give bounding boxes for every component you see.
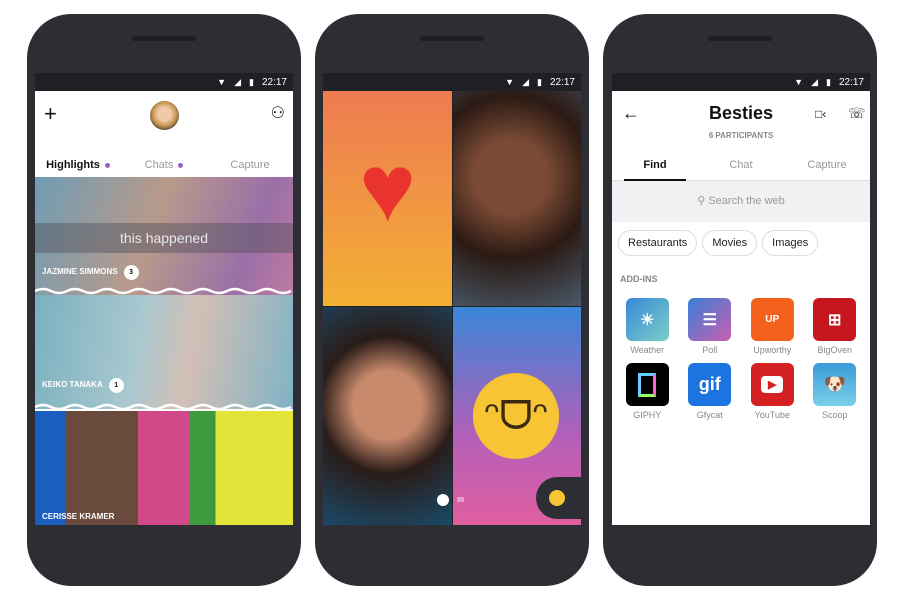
screen: ▼ ◢ ▮ 22:17 + ⚇ Highlights Chats Capture… — [35, 73, 293, 525]
unread-dot — [178, 162, 184, 168]
addin-poll[interactable]: ☰ Poll — [679, 298, 742, 355]
photo-tile-woman-laughing[interactable] — [323, 307, 452, 525]
story-cerisse[interactable]: CERISSE KRAMER — [35, 411, 293, 525]
wave-divider — [35, 287, 292, 295]
signal-icon: ◢ — [522, 76, 530, 87]
chip-images[interactable]: Images — [762, 230, 819, 256]
story-count-badge: 1 — [108, 378, 124, 393]
story-jazmine[interactable]: this happened JAZMINE SIMMONS 3 — [35, 177, 293, 297]
search-input[interactable]: ⚲ Search the web — [612, 181, 870, 222]
chip-restaurants[interactable]: Restaurants — [618, 230, 698, 256]
status-bar: ▼ ◢ ▮ 22:17 — [323, 73, 581, 91]
status-time: 22:17 — [261, 76, 287, 88]
addin-youtube[interactable]: ▶ YouTube — [741, 363, 804, 420]
status-bar: ▼ ◢ ▮ 22:17 — [612, 73, 870, 91]
gallery-icon[interactable] — [457, 497, 464, 502]
screen: ▼ ◢ ▮ 22:17 ♥ ᵔᗜᵔ — [323, 73, 581, 525]
emoji-picker-button[interactable] — [536, 477, 581, 519]
battery-icon: ▮ — [249, 76, 254, 87]
status-time: 22:17 — [549, 76, 575, 88]
addin-weather[interactable]: ☀ Weather — [616, 298, 679, 355]
heart-tile[interactable]: ♥ — [323, 91, 452, 306]
wave-divider — [35, 403, 292, 411]
signal-icon: ◢ — [234, 76, 242, 87]
gfycat-icon: gif — [688, 363, 732, 406]
signal-icon: ◢ — [811, 76, 819, 87]
story-name: JAZMINE SIMMONS — [42, 267, 118, 276]
search-icon: ⚲ — [697, 195, 709, 207]
phone-find: ▼ ◢ ▮ 22:17 ← Besties 6 PARTICIPANTS □‹ … — [603, 14, 877, 586]
battery-icon: ▮ — [826, 76, 831, 87]
speaker — [420, 36, 484, 41]
video-call-icon[interactable]: □‹ — [815, 107, 826, 121]
chip-movies[interactable]: Movies — [702, 230, 758, 256]
wifi-icon: ▼ — [794, 77, 804, 87]
upworthy-icon: UP — [750, 298, 794, 341]
giphy-icon — [625, 363, 669, 406]
participants-count[interactable]: 6 PARTICIPANTS — [612, 131, 870, 140]
status-time: 22:17 — [838, 76, 864, 88]
phone-highlights: ▼ ◢ ▮ 22:17 + ⚇ Highlights Chats Capture… — [27, 14, 301, 586]
phone-call-icon[interactable]: ☏ — [848, 105, 866, 122]
story-name: KEIKO TANAKA — [42, 380, 103, 389]
addin-giphy[interactable]: GIPHY — [616, 363, 679, 420]
bigoven-icon: ⊞ — [813, 298, 857, 341]
status-bar: ▼ ◢ ▮ 22:17 — [35, 73, 293, 91]
add-button[interactable]: + — [44, 101, 57, 127]
addin-upworthy[interactable]: UP Upworthy — [741, 298, 804, 355]
tab-find[interactable]: Find — [612, 159, 698, 181]
poll-icon: ☰ — [688, 298, 732, 341]
suggestion-chips: Restaurants Movies Images — [612, 222, 870, 264]
addin-scoop[interactable]: 🐶 Scoop — [804, 363, 867, 420]
tab-capture[interactable]: Capture — [784, 159, 870, 180]
screen: ▼ ◢ ▮ 22:17 ← Besties 6 PARTICIPANTS □‹ … — [612, 73, 870, 525]
tab-chat[interactable]: Chat — [698, 159, 784, 180]
speaker — [708, 36, 772, 41]
youtube-icon: ▶ — [750, 363, 794, 406]
phone-capture: ▼ ◢ ▮ 22:17 ♥ ᵔᗜᵔ — [315, 14, 589, 586]
weather-icon: ☀ — [625, 298, 669, 341]
speaker — [132, 36, 196, 41]
wifi-icon: ▼ — [217, 77, 227, 87]
story-name: CERISSE KRAMER — [42, 512, 115, 521]
story-caption-bar: this happened — [35, 223, 293, 253]
story-keiko[interactable]: KEIKO TANAKA 1 — [35, 295, 293, 409]
unread-dot — [104, 162, 110, 168]
section-heading: ADD-INS — [620, 274, 658, 284]
grinning-emoji-icon: ᵔᗜᵔ — [473, 373, 559, 459]
story-count-badge: 3 — [123, 265, 139, 280]
addin-bigoven[interactable]: ⊞ BigOven — [804, 298, 867, 355]
battery-icon: ▮ — [537, 76, 542, 87]
photo-tile-woman-cake[interactable] — [453, 91, 581, 306]
tab-bar: Find Chat Capture — [612, 159, 870, 181]
scoop-icon: 🐶 — [813, 363, 857, 406]
capture-button[interactable] — [437, 494, 449, 506]
emoji-icon — [549, 490, 565, 506]
wifi-icon: ▼ — [505, 77, 515, 87]
addin-gfycat[interactable]: gif Gfycat — [679, 363, 742, 420]
avatar[interactable] — [150, 101, 179, 130]
heart-icon: ♥ — [359, 135, 416, 242]
addins-grid: ☀ Weather ☰ Poll UP Upworthy ⊞ BigOven GIPHY… — [612, 298, 870, 420]
add-contact-icon[interactable]: ⚇ — [271, 103, 285, 123]
chat-title: Besties — [708, 103, 774, 123]
